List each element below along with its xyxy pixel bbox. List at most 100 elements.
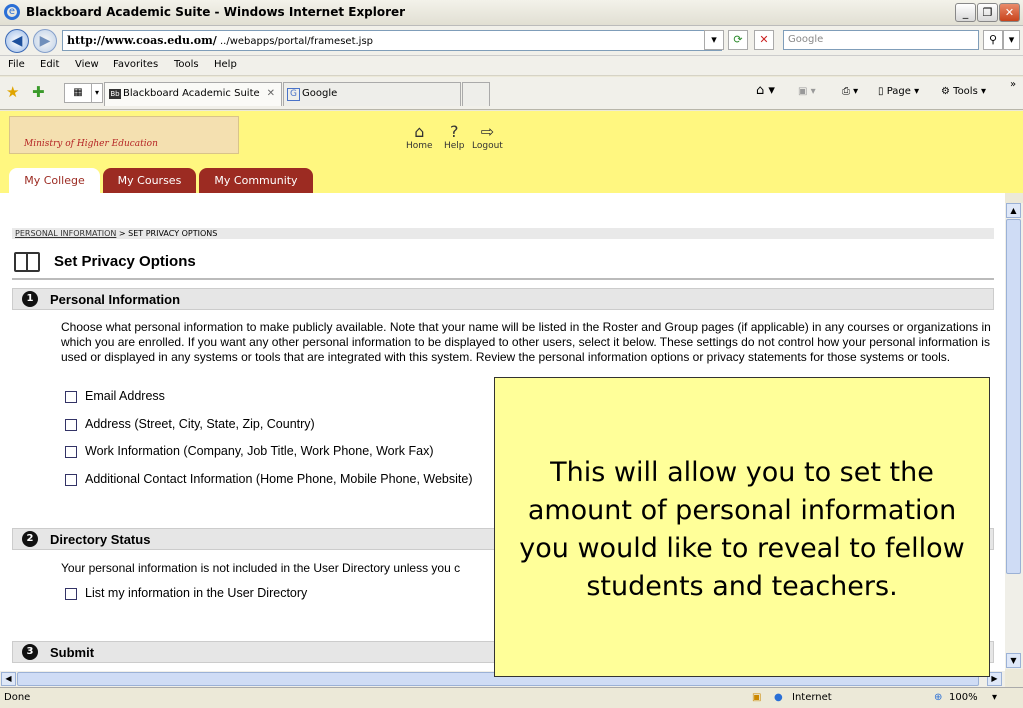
blackboard-favicon-icon: Bb xyxy=(109,89,121,99)
annotation-callout: This will allow you to set the amount of… xyxy=(494,377,990,677)
section-title: Personal Information xyxy=(50,292,181,307)
zoom-dropdown-icon[interactable]: ▾ xyxy=(992,692,997,703)
checkbox-box[interactable] xyxy=(65,446,77,458)
step-2-icon: 2 xyxy=(22,531,38,547)
ministry-logo: Ministry of Higher Education xyxy=(9,116,239,154)
tab-my-courses[interactable]: My Courses xyxy=(103,168,196,193)
help-link[interactable]: ? Help xyxy=(444,122,465,152)
home-icon[interactable]: ⌂ ▾ xyxy=(756,83,775,98)
checkbox-label: Email Address xyxy=(85,389,165,403)
step-3-icon: 3 xyxy=(22,644,38,660)
checkbox-label: Address (Street, City, State, Zip, Count… xyxy=(85,417,315,431)
security-zone: Internet xyxy=(792,692,832,703)
tab-list-dropdown-icon[interactable]: ▾ xyxy=(91,83,103,103)
breadcrumb-current: > SET PRIVACY OPTIONS xyxy=(118,229,218,238)
scroll-up-icon[interactable]: ▲ xyxy=(1006,203,1021,218)
page-menu-label: Page xyxy=(886,86,911,97)
favorites-star-icon[interactable]: ★ xyxy=(6,83,19,101)
restore-button[interactable]: ❐ xyxy=(977,3,998,22)
tab-google[interactable]: G Google xyxy=(283,82,461,106)
scroll-thumb[interactable] xyxy=(1006,219,1021,574)
logo-subtitle: Ministry of Higher Education xyxy=(24,139,158,149)
forward-button[interactable]: ▶ xyxy=(33,29,57,53)
tab-label: Blackboard Academic Suite xyxy=(123,88,260,99)
tab-label: Google xyxy=(302,88,338,99)
status-bar: Done ▣ ● Internet ⊕ 100% ▾ xyxy=(0,687,1023,708)
checkbox-label: Work Information (Company, Job Title, Wo… xyxy=(85,444,434,458)
menu-favorites[interactable]: Favorites xyxy=(113,59,158,70)
title-divider xyxy=(12,278,994,280)
quick-tabs-icon[interactable]: ▦ xyxy=(64,83,92,103)
close-button[interactable]: ✕ xyxy=(999,3,1020,22)
blackboard-header: Ministry of Higher Education ⌂ Home ? Help… xyxy=(0,111,1023,193)
window-title: Blackboard Academic Suite - Windows Inte… xyxy=(26,5,406,19)
checkbox-box[interactable] xyxy=(65,391,77,403)
tab-my-community[interactable]: My Community xyxy=(199,168,313,193)
print-icon[interactable]: ⎙ ▾ xyxy=(842,86,858,97)
home-link[interactable]: ⌂ Home xyxy=(406,122,433,152)
menu-help[interactable]: Help xyxy=(214,59,237,70)
section-title: Directory Status xyxy=(50,532,151,547)
zoom-level[interactable]: 100% xyxy=(949,692,978,703)
url-path: ../webapps/portal/frameset.jsp xyxy=(219,36,374,47)
add-favorite-icon[interactable]: ✚ xyxy=(32,83,45,101)
scroll-left-icon[interactable]: ◀ xyxy=(1,672,16,686)
breadcrumb-personal-information[interactable]: PERSONAL INFORMATION xyxy=(15,229,116,238)
work-info-checkbox[interactable]: Work Information (Company, Job Title, Wo… xyxy=(65,444,434,458)
menu-edit[interactable]: Edit xyxy=(40,59,59,70)
section-title: Submit xyxy=(50,645,95,660)
search-icon[interactable]: ⚲ xyxy=(983,30,1003,50)
browser-tab-bar: ★ ✚ ▦ ▾ Bb Blackboard Academic Suite ✕ G… xyxy=(0,77,1023,110)
logout-link-label: Logout xyxy=(472,141,503,151)
email-address-checkbox[interactable]: Email Address xyxy=(65,389,165,403)
tab-blackboard[interactable]: Bb Blackboard Academic Suite ✕ xyxy=(104,82,282,106)
menu-bar: File Edit View Favorites Tools Help xyxy=(0,56,1023,76)
menu-file[interactable]: File xyxy=(8,59,25,70)
tab-my-college[interactable]: My College xyxy=(9,168,100,193)
tab-close-icon[interactable]: ✕ xyxy=(267,83,275,105)
globe-icon: ● xyxy=(774,692,783,703)
vertical-scrollbar[interactable]: ▲ ▼ xyxy=(1005,203,1023,669)
help-icon: ? xyxy=(450,122,459,141)
refresh-icon[interactable]: ⟳ xyxy=(728,30,748,50)
checkbox-box[interactable] xyxy=(65,474,77,486)
url-field[interactable]: http://www.coas.edu.om/ ../webapps/porta… xyxy=(62,30,722,51)
chevron-right-icon[interactable]: » xyxy=(1010,79,1016,90)
back-button[interactable]: ◀ xyxy=(5,29,29,53)
protected-mode-icon: ▣ xyxy=(752,692,762,703)
breadcrumb: PERSONAL INFORMATION > SET PRIVACY OPTIO… xyxy=(12,228,994,239)
search-options-icon[interactable]: ▾ xyxy=(1003,30,1020,50)
personal-info-description: Choose what personal information to make… xyxy=(61,320,991,364)
new-tab-button[interactable] xyxy=(462,82,490,106)
tools-menu[interactable]: ⚙ Tools ▾ xyxy=(941,86,986,97)
menu-view[interactable]: View xyxy=(75,59,99,70)
checkbox-box[interactable] xyxy=(65,588,77,600)
help-link-label: Help xyxy=(444,141,465,151)
home-icon: ⌂ xyxy=(414,122,425,141)
menu-tools[interactable]: Tools xyxy=(174,59,199,70)
minimize-button[interactable]: _ xyxy=(955,3,976,22)
page-title: Set Privacy Options xyxy=(54,253,196,270)
address-bar: ◀ ▶ http://www.coas.edu.om/ ../webapps/p… xyxy=(0,26,1023,56)
title-bar: e Blackboard Academic Suite - Windows In… xyxy=(0,0,1023,26)
page-menu[interactable]: ▯ Page ▾ xyxy=(878,86,919,97)
search-input[interactable]: Google xyxy=(783,30,979,50)
status-text: Done xyxy=(4,692,31,703)
stop-icon[interactable]: ✕ xyxy=(754,30,774,50)
logout-link[interactable]: ⇨ Logout xyxy=(472,122,503,152)
tools-menu-label: Tools xyxy=(953,86,978,97)
feeds-icon[interactable]: ▣ ▾ xyxy=(798,86,816,97)
google-favicon-icon: G xyxy=(287,88,300,101)
list-in-directory-checkbox[interactable]: List my information in the User Director… xyxy=(65,586,307,600)
zoom-icon: ⊕ xyxy=(934,692,943,703)
scroll-down-icon[interactable]: ▼ xyxy=(1006,653,1021,668)
logout-icon: ⇨ xyxy=(480,122,495,141)
checkbox-label: List my information in the User Director… xyxy=(85,586,308,600)
checkbox-box[interactable] xyxy=(65,419,77,431)
additional-contact-checkbox[interactable]: Additional Contact Information (Home Pho… xyxy=(65,472,472,486)
url-dropdown-icon[interactable]: ▾ xyxy=(704,30,724,50)
address-checkbox[interactable]: Address (Street, City, State, Zip, Count… xyxy=(65,417,315,431)
section-personal-information: 1 Personal Information xyxy=(12,288,994,310)
ie-logo-icon: e xyxy=(4,4,20,20)
book-icon xyxy=(14,252,40,272)
